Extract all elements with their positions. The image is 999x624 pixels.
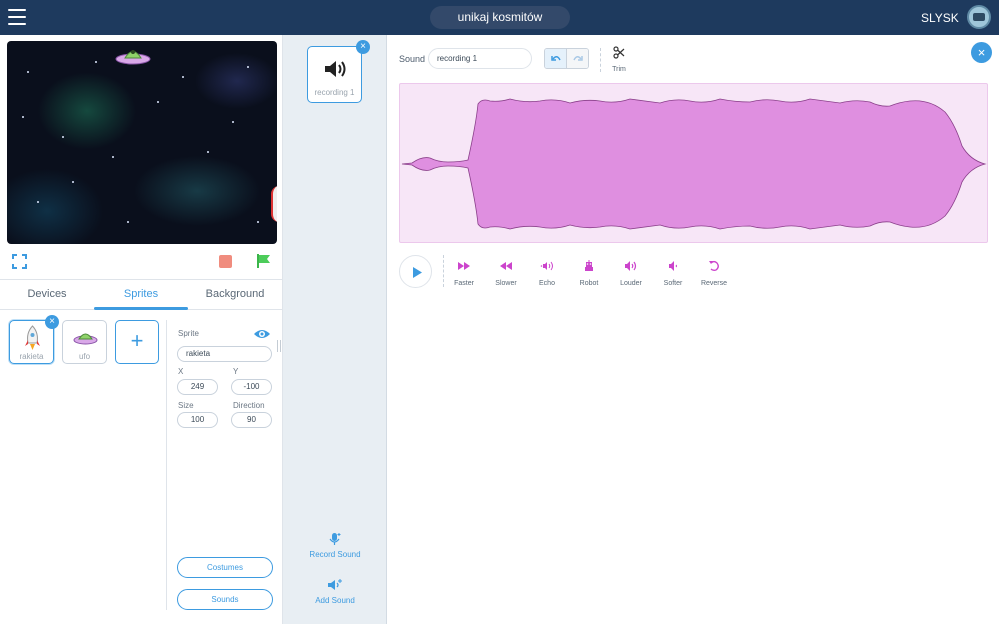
y-field[interactable]: -100 (231, 379, 272, 395)
green-flag-icon[interactable] (256, 253, 272, 269)
stage-canvas[interactable] (7, 41, 277, 244)
add-sound-icon (328, 579, 342, 590)
reverse-button[interactable]: Reverse (696, 259, 732, 287)
slower-icon (500, 262, 512, 270)
username[interactable]: SLYSK (921, 11, 959, 25)
louder-label: Louder (620, 280, 642, 287)
panel-divider (166, 320, 167, 610)
costumes-button[interactable]: Costumes (177, 557, 273, 578)
undo-redo-group (544, 48, 589, 69)
effects-separator (443, 255, 444, 287)
robot-icon (585, 260, 593, 271)
slower-label: Slower (495, 280, 517, 287)
softer-label: Softer (663, 280, 683, 287)
echo-label: Echo (539, 280, 555, 287)
direction-field[interactable]: 90 (231, 412, 272, 428)
left-panel: Devices Sprites Background rakieta × ufo… (0, 35, 283, 624)
sound-label: recording 1 (314, 88, 355, 97)
trim-button[interactable]: Trim (611, 46, 627, 73)
softer-button[interactable]: Softer (655, 259, 691, 287)
waveform-display[interactable] (399, 83, 988, 243)
echo-icon (540, 261, 553, 271)
fullscreen-icon[interactable] (12, 254, 27, 269)
echo-button[interactable]: Echo (529, 259, 565, 287)
scissors-icon (613, 46, 625, 59)
speaker-icon (325, 61, 346, 77)
play-button[interactable] (399, 255, 432, 288)
record-sound-label: Record Sound (309, 550, 361, 559)
robot-button[interactable]: Robot (571, 259, 607, 287)
sound-field-label: Sound (399, 54, 426, 64)
faster-button[interactable]: Faster (446, 259, 482, 287)
sprite-label: rakieta (19, 352, 44, 361)
remove-sprite-icon[interactable]: × (45, 315, 59, 329)
sound-name-input[interactable]: recording 1 (428, 48, 532, 69)
close-icon[interactable]: × (971, 42, 992, 63)
reverse-icon (709, 260, 719, 271)
x-label: X (178, 367, 184, 376)
ufo-sprite-icon[interactable] (115, 45, 151, 67)
redo-icon (573, 56, 583, 61)
rocket-sprite-edge[interactable] (271, 186, 277, 222)
robot-label: Robot (579, 280, 599, 287)
add-sound-button[interactable]: Add Sound (283, 578, 387, 605)
faster-icon (458, 262, 470, 270)
avatar[interactable] (967, 5, 991, 29)
project-title[interactable]: unikaj kosmitów (430, 6, 570, 29)
top-bar: unikaj kosmitów SLYSK (0, 0, 999, 35)
sprite-name-label: Sprite (178, 329, 199, 338)
undo-icon (551, 56, 561, 61)
tab-sprites[interactable]: Sprites (94, 280, 188, 310)
sprite-label: ufo (78, 352, 91, 361)
remove-sound-icon[interactable]: × (356, 40, 370, 54)
rocket-icon (25, 325, 40, 350)
louder-icon (625, 261, 637, 271)
eye-icon[interactable] (253, 328, 271, 340)
tab-background[interactable]: Background (188, 280, 282, 310)
microphone-icon (329, 533, 341, 545)
louder-button[interactable]: Louder (613, 259, 649, 287)
toolbar-separator (600, 48, 601, 72)
sounds-button[interactable]: Sounds (177, 589, 273, 610)
trim-label: Trim (612, 66, 626, 73)
x-field[interactable]: 249 (177, 379, 218, 395)
ufo-icon (73, 333, 98, 345)
sound-card-recording-1[interactable]: recording 1 (307, 46, 362, 103)
y-label: Y (233, 367, 239, 376)
faster-label: Faster (454, 280, 474, 287)
sprite-tabs: Devices Sprites Background (0, 279, 282, 310)
redo-button[interactable] (567, 49, 588, 68)
play-icon (413, 267, 422, 278)
sprite-card-ufo[interactable]: ufo (62, 320, 107, 364)
record-sound-button[interactable]: Record Sound (283, 532, 387, 559)
sound-list-panel: recording 1 × Record Sound Add Sound (283, 35, 387, 624)
tab-devices[interactable]: Devices (0, 280, 94, 310)
sound-editor: Sound recording 1 Trim × Faster Slower E… (388, 35, 999, 624)
active-tab-indicator (94, 307, 188, 310)
resize-handle[interactable] (277, 340, 281, 352)
size-label: Size (178, 401, 194, 410)
slower-button[interactable]: Slower (488, 259, 524, 287)
menu-icon[interactable] (8, 9, 26, 25)
softer-icon (669, 261, 677, 271)
add-sound-label: Add Sound (315, 596, 355, 605)
undo-button[interactable] (545, 49, 567, 68)
add-sprite-button[interactable]: + (115, 320, 159, 364)
stop-icon[interactable] (219, 255, 232, 268)
direction-label: Direction (233, 401, 265, 410)
size-field[interactable]: 100 (177, 412, 218, 428)
reverse-label: Reverse (700, 280, 728, 287)
waveform (401, 98, 987, 230)
sprite-name-field[interactable]: rakieta (177, 346, 272, 362)
